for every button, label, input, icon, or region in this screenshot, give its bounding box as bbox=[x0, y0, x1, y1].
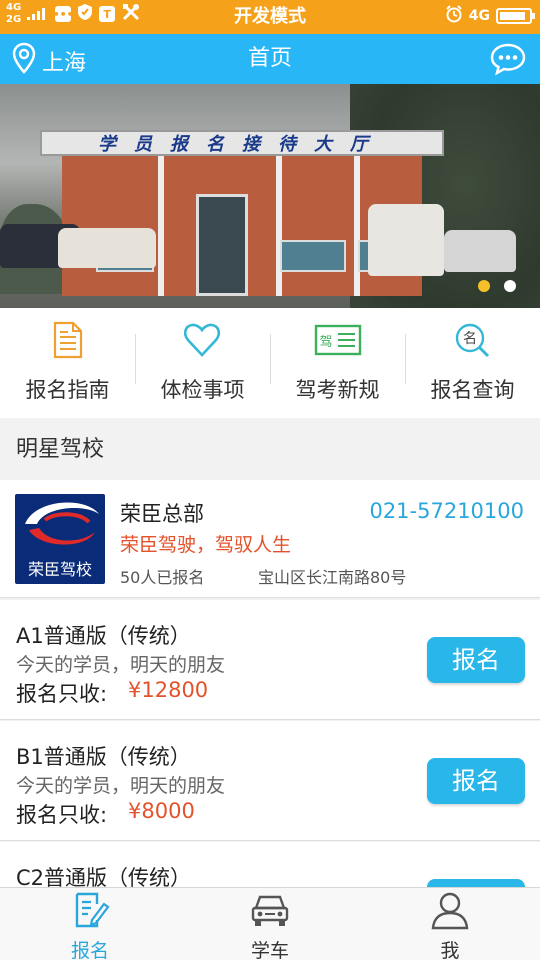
banner-car bbox=[368, 204, 444, 276]
school-card[interactable]: 荣臣驾校 荣臣总部 021-57210100 荣臣驾驶，驾驭人生 50人已报名 … bbox=[0, 480, 540, 598]
tab-me[interactable]: 我 bbox=[360, 888, 540, 960]
course-subtitle: 今天的学员，明天的朋友 bbox=[16, 654, 226, 676]
school-address: 宝山区长江南路80号 bbox=[258, 568, 407, 587]
page-title: 首页 bbox=[247, 46, 292, 71]
heart-icon bbox=[182, 320, 222, 360]
quick-menu-guide[interactable]: 报名指南 bbox=[0, 308, 135, 418]
banner-carousel[interactable]: 学员报名接待大厅 bbox=[0, 84, 540, 308]
school-name: 荣臣总部 bbox=[120, 502, 204, 526]
document-icon bbox=[47, 320, 87, 360]
carousel-dot-active[interactable] bbox=[478, 280, 490, 292]
course-item: B1普通版（传统） 今天的学员，明天的朋友 报名只收: ¥8000 报名 bbox=[0, 721, 540, 841]
quick-menu-label: 体检事项 bbox=[160, 378, 245, 402]
school-logo: 荣臣驾校 bbox=[15, 494, 105, 584]
search-icon-char: 名 bbox=[463, 331, 477, 347]
section-title: 明星驾校 bbox=[0, 420, 540, 480]
banner-car bbox=[58, 228, 156, 268]
edit-document-icon bbox=[70, 890, 110, 930]
banner-pillar bbox=[276, 156, 282, 296]
school-slogan: 荣臣驾驶，驾驭人生 bbox=[120, 534, 292, 556]
banner-car bbox=[444, 230, 516, 272]
app-header: 上海 首页 bbox=[0, 34, 540, 84]
rules-card-icon: 驾 bbox=[314, 320, 362, 360]
tab-label: 报名 bbox=[70, 940, 109, 960]
status-right: 4G bbox=[445, 5, 535, 27]
quick-menu-label: 报名查询 bbox=[430, 378, 515, 402]
quick-menu-label: 报名指南 bbox=[25, 378, 110, 402]
course-item: A1普通版（传统） 今天的学员，明天的朋友 报名只收: ¥12800 报名 bbox=[0, 600, 540, 720]
quick-menu-new-rules[interactable]: 驾 驾考新规 bbox=[270, 308, 405, 418]
status-bar: 4G 2G ••• T 开发模式 4G bbox=[0, 0, 540, 34]
person-icon bbox=[430, 890, 470, 930]
alarm-icon bbox=[445, 5, 463, 27]
battery-icon bbox=[496, 8, 535, 24]
carousel-indicators bbox=[478, 280, 516, 292]
chat-icon bbox=[490, 43, 526, 80]
quick-menu: 报名指南 体检事项 驾 驾考新规 名 报名查询 bbox=[0, 308, 540, 418]
course-price-label: 报名只收: bbox=[16, 803, 108, 827]
banner-window bbox=[280, 240, 346, 272]
course-subtitle: 今天的学员，明天的朋友 bbox=[16, 775, 226, 797]
carousel-dot[interactable] bbox=[504, 280, 516, 292]
course-price: ¥12800 bbox=[128, 678, 209, 702]
car-icon bbox=[250, 890, 290, 930]
tab-label: 学车 bbox=[250, 940, 289, 960]
banner-sign: 学员报名接待大厅 bbox=[40, 130, 444, 156]
battery-fill bbox=[500, 12, 525, 20]
enroll-button[interactable]: 报名 bbox=[427, 637, 525, 683]
network-type: 4G bbox=[468, 8, 490, 24]
quick-menu-enroll-query[interactable]: 名 报名查询 bbox=[405, 308, 540, 418]
school-phone-link[interactable]: 021-57210100 bbox=[369, 499, 524, 523]
banner-pillar bbox=[158, 156, 164, 296]
school-enrolled-count: 50人已报名 bbox=[120, 568, 205, 587]
message-button[interactable] bbox=[490, 42, 526, 76]
school-logo-text: 荣臣驾校 bbox=[27, 560, 92, 579]
tab-label: 我 bbox=[440, 940, 460, 960]
enroll-button[interactable]: 报名 bbox=[427, 758, 525, 804]
quick-menu-physical-exam[interactable]: 体检事项 bbox=[135, 308, 270, 418]
course-price: ¥8000 bbox=[128, 799, 195, 823]
banner-pillar bbox=[354, 156, 360, 296]
course-name: A1普通版（传统） bbox=[16, 624, 191, 648]
tab-enroll[interactable]: 报名 bbox=[0, 888, 180, 960]
course-price-label: 报名只收: bbox=[16, 682, 108, 706]
quick-menu-label: 驾考新规 bbox=[295, 378, 380, 402]
banner-sign-text: 学员报名接待大厅 bbox=[98, 134, 386, 155]
rules-card-char: 驾 bbox=[319, 335, 332, 350]
tab-learn-driving[interactable]: 学车 bbox=[180, 888, 360, 960]
banner-door bbox=[196, 194, 248, 296]
bottom-tab-bar: 报名 学车 我 bbox=[0, 887, 540, 960]
course-name: B1普通版（传统） bbox=[16, 745, 191, 769]
search-icon: 名 bbox=[452, 320, 492, 360]
